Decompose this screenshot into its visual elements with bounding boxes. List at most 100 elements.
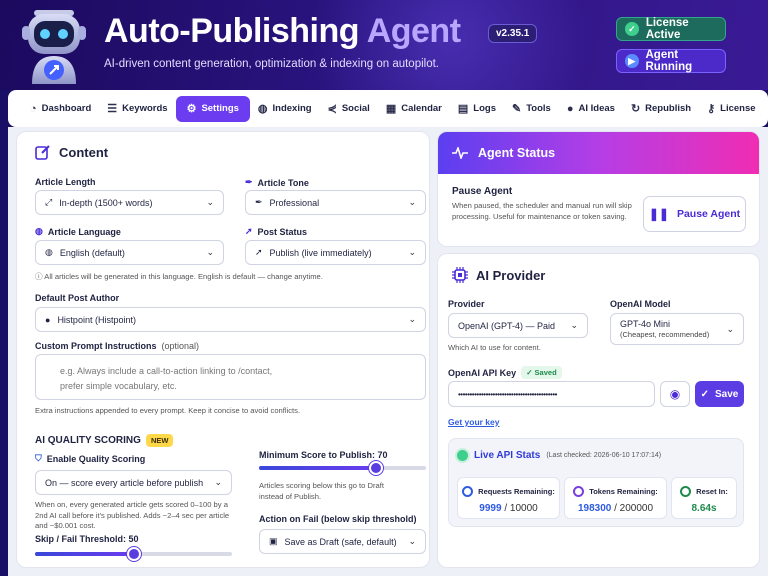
settings-panel: Content Article Length ⤢ In-depth (1500+ …: [8, 127, 768, 576]
shield-icon: ⛉: [35, 453, 42, 463]
min-score-label: Minimum Score to Publish: 70: [259, 450, 388, 460]
action-on-fail-label: Action on Fail (below skip threshold): [259, 514, 417, 524]
slider-handle[interactable]: [368, 461, 383, 475]
timer-icon: [680, 486, 692, 497]
chevron-down-icon: ⌄: [206, 197, 214, 207]
content-card: Content Article Length ⤢ In-depth (1500+ …: [16, 131, 430, 568]
tokens-remaining-box: Tokens Remaining: 198300 / 200000: [564, 477, 667, 519]
refresh-icon: ↻: [630, 103, 641, 115]
prompt-hint: Extra instructions appended to every pro…: [35, 406, 301, 415]
pause-icon: ❚❚: [648, 207, 669, 221]
article-length-select[interactable]: ⤢ In-depth (1500+ words) ⌄: [35, 190, 224, 215]
rocket-icon: ➚: [255, 247, 263, 257]
ai-provider-heading: AI Provider: [452, 267, 545, 283]
article-length-label: Article Length: [35, 177, 96, 187]
api-key-input[interactable]: ••••••••••••••••••••••••••••••••••••••••…: [448, 381, 655, 407]
model-label: OpenAI Model: [610, 299, 671, 309]
tab-keywords[interactable]: ☰ Keywords: [99, 96, 175, 122]
tab-indexing[interactable]: ◍ Indexing: [250, 96, 320, 122]
app-title: Auto-Publishing Agent: [104, 12, 461, 50]
show-key-eye-icon[interactable]: ◉: [660, 381, 690, 407]
content-heading: Content: [35, 144, 108, 160]
pulse-icon: [452, 147, 468, 159]
article-language-select[interactable]: ◍ English (default) ⌄: [35, 240, 224, 265]
chevron-down-icon: ⌄: [570, 320, 578, 330]
tab-ai-ideas[interactable]: ● AI Ideas: [559, 96, 623, 122]
prompt-textarea[interactable]: e.g. Always include a call-to-action lin…: [35, 354, 426, 400]
chevron-down-icon: ⌄: [408, 197, 416, 207]
tab-logs[interactable]: ▤ Logs: [450, 96, 504, 122]
min-score-slider[interactable]: [259, 461, 426, 475]
tab-social[interactable]: ⋞ Social: [320, 96, 378, 122]
chevron-down-icon: ⌄: [408, 247, 416, 257]
min-score-fill: [259, 466, 376, 470]
new-badge: NEW: [145, 434, 174, 447]
chevron-down-icon: ⌄: [726, 323, 734, 334]
enable-quality-label: ⛉ Enable Quality Scoring: [35, 453, 146, 464]
clock-icon: [462, 486, 474, 497]
edit-icon: [35, 145, 50, 160]
requests-remaining-box: Requests Remaining: 9999 / 10000: [457, 477, 560, 519]
reset-in-box: Reset In: 8.64s: [671, 477, 737, 519]
globe-icon: ◍: [257, 103, 268, 115]
article-tone-select[interactable]: ✒ Professional ⌄: [245, 190, 426, 215]
action-on-fail-select[interactable]: ▣ Save as Draft (safe, default) ⌄: [259, 529, 426, 554]
get-key-link[interactable]: Get your key: [448, 417, 500, 427]
tab-dashboard[interactable]: ◔ Dashboard: [22, 96, 99, 122]
save-key-button[interactable]: ✓ Save: [695, 381, 744, 407]
wrench-icon: ✎: [511, 103, 522, 115]
tab-calendar[interactable]: ▦ Calendar: [378, 96, 450, 122]
gauge-icon: ◔: [30, 102, 37, 115]
app-subtitle: AI-driven content generation, optimizati…: [104, 58, 439, 70]
share-icon: ⋞: [327, 103, 337, 115]
token-icon: [573, 486, 585, 497]
tab-republish[interactable]: ↻ Republish: [623, 96, 699, 122]
saved-badge: ✓ Saved: [521, 366, 562, 379]
enable-quality-select[interactable]: On — score every article before publish ⌄: [35, 470, 232, 495]
quality-heading: AI QUALITY SCORING NEW: [35, 434, 174, 447]
pause-agent-button[interactable]: ❚❚ Pause Agent: [643, 196, 746, 232]
tab-license[interactable]: ⚷ License: [699, 96, 763, 122]
pen-icon: ✒: [245, 177, 253, 187]
post-status-label: ➚ Post Status: [245, 226, 308, 237]
robot-logo-icon: [22, 10, 86, 84]
check-icon: ✓: [700, 388, 710, 400]
chevron-down-icon: ⌄: [408, 314, 416, 324]
provider-label: Provider: [448, 299, 485, 309]
chevron-down-icon: ⌄: [214, 477, 222, 487]
provider-hint: Which AI to use for content.: [448, 343, 541, 352]
pen-icon: ✒: [255, 197, 263, 207]
prompt-label: Custom Prompt Instructions (optional): [35, 341, 200, 351]
check-icon: ✓: [625, 22, 639, 36]
article-language-label: ◍ Article Language: [35, 226, 121, 237]
globe-icon: ◍: [35, 226, 43, 236]
provider-select[interactable]: OpenAI (GPT-4) — Paid ⌄: [448, 313, 588, 338]
user-icon: ●: [45, 314, 51, 325]
stats-header: Live API Stats (Last checked: 2026-06-10…: [457, 450, 661, 461]
license-active-pill: ✓ License Active: [616, 17, 726, 41]
model-select[interactable]: GPT-4o Mini (Cheapest, recommended) ⌄: [610, 313, 744, 345]
slider-handle[interactable]: [126, 547, 141, 561]
pause-agent-title: Pause Agent: [452, 186, 513, 197]
agent-status-card: Agent Status Pause Agent When paused, th…: [437, 131, 760, 247]
post-status-select[interactable]: ➚ Publish (live immediately) ⌄: [245, 240, 426, 265]
key-icon: ⚷: [707, 103, 716, 115]
chevron-down-icon: ⌄: [408, 536, 416, 546]
agent-status-header: Agent Status: [438, 132, 759, 174]
live-api-stats: Live API Stats (Last checked: 2026-06-10…: [448, 438, 744, 527]
status-dot-icon: [457, 450, 468, 461]
ai-provider-card: AI Provider Provider OpenAI (GPT-4) — Pa…: [437, 253, 760, 568]
tab-settings[interactable]: ⚙ Settings: [175, 95, 250, 122]
chevron-down-icon: ⌄: [206, 247, 214, 257]
skip-threshold-slider[interactable]: [35, 547, 232, 561]
skip-threshold-fill: [35, 552, 134, 556]
resize-icon: ⤢: [45, 197, 53, 207]
min-score-hint: Articles scoring below this go to Draft …: [259, 481, 384, 501]
article-tone-label: ✒ Article Tone: [245, 177, 309, 188]
author-select[interactable]: ● Histpoint (Histpoint) ⌄: [35, 307, 426, 332]
tab-tools[interactable]: ✎ Tools: [504, 96, 559, 122]
main-nav: ◔ Dashboard ☰ Keywords ⚙ Settings ◍ Indexing…: [8, 90, 768, 127]
language-hint: ⓘ All articles will be generated in this…: [35, 272, 323, 281]
version-badge: v2.35.1: [488, 24, 538, 43]
pause-agent-description: When paused, the scheduler and manual ru…: [452, 201, 632, 221]
